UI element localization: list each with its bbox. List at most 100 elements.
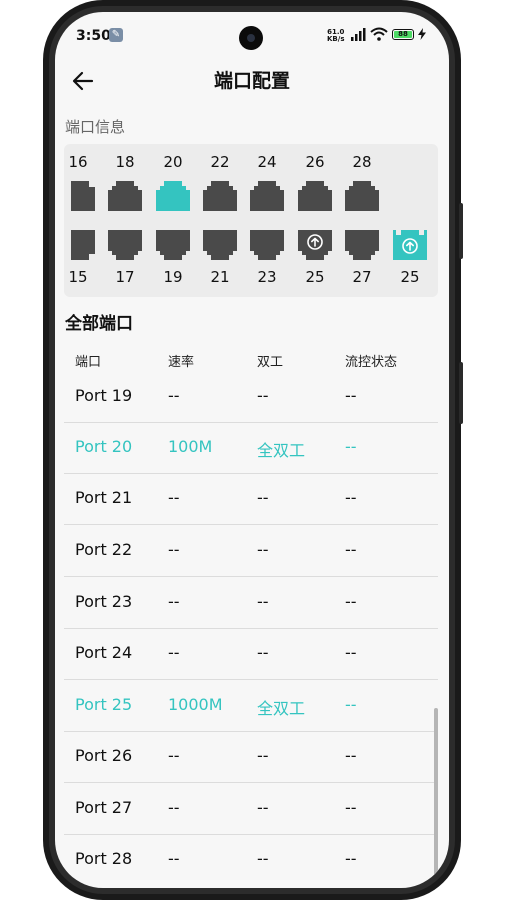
port-26-icon[interactable]	[298, 181, 332, 211]
port-24-icon[interactable]	[250, 181, 284, 211]
port-number-21: 21	[210, 268, 230, 286]
port-number-20: 20	[163, 153, 183, 171]
port-number-15: 15	[68, 268, 88, 286]
port-name: Port 22	[75, 540, 133, 559]
column-header-duplex: 双工	[257, 355, 284, 370]
port-number-23: 23	[257, 268, 277, 286]
screen: 3:50 ✎ 61.0 KB/s 88 端口配置 端口信息 16 18 20 2…	[55, 12, 449, 888]
port-21-icon[interactable]	[203, 230, 237, 260]
port-flow-control: --	[345, 437, 357, 456]
app-notification-icon: ✎	[109, 28, 123, 42]
port-duplex: --	[257, 386, 269, 405]
port-rate: --	[168, 798, 180, 817]
port-name: Port 28	[75, 849, 133, 868]
port-18-icon[interactable]	[108, 181, 142, 211]
port-number-27: 27	[352, 268, 372, 286]
port-flow-control: --	[345, 488, 357, 507]
port-duplex: --	[257, 488, 269, 507]
all-ports-title: 全部端口	[65, 314, 133, 334]
port-28-icon[interactable]	[345, 181, 379, 211]
port-number-18: 18	[115, 153, 135, 171]
port-name: Port 21	[75, 488, 133, 507]
port-duplex: 全双工	[257, 441, 306, 460]
port-number-25: 25	[305, 268, 325, 286]
table-row[interactable]: Port 27 -- -- --	[64, 784, 438, 835]
port-name: Port 19	[75, 386, 133, 405]
column-header-flow-control: 流控状态	[345, 355, 398, 370]
table-row[interactable]: Port 28 -- -- --	[64, 835, 438, 886]
port-23-icon[interactable]	[250, 230, 284, 260]
port-rate: --	[168, 746, 180, 765]
table-header: 端口 速率 双工 流控状态	[55, 347, 449, 371]
port-duplex: --	[257, 540, 269, 559]
charging-icon	[418, 28, 426, 40]
port-rate: --	[168, 488, 180, 507]
port-27-icon[interactable]	[345, 230, 379, 260]
port-rate: --	[168, 643, 180, 662]
port-number-19: 19	[163, 268, 183, 286]
port-duplex: --	[257, 849, 269, 868]
port-flow-control: --	[345, 849, 357, 868]
port-number-17: 17	[115, 268, 135, 286]
table-row[interactable]: Port 25 1000M 全双工 --	[64, 681, 438, 732]
table-row[interactable]: Port 19 -- -- --	[64, 372, 438, 423]
battery-icon: 88	[392, 29, 414, 40]
port-flow-control: --	[345, 798, 357, 817]
table-row[interactable]: Port 26 -- -- --	[64, 732, 438, 783]
port-15-icon[interactable]	[71, 230, 97, 260]
app-header: 端口配置	[55, 62, 449, 98]
port-rate: --	[168, 386, 180, 405]
port-rate: --	[168, 540, 180, 559]
port-number-22: 22	[210, 153, 230, 171]
port-number-25-sfp: 25	[400, 268, 420, 286]
port-duplex: --	[257, 746, 269, 765]
port-flow-control: --	[345, 540, 357, 559]
table-row[interactable]: Port 24 -- -- --	[64, 629, 438, 680]
port-19-icon[interactable]	[156, 230, 190, 260]
port-name: Port 20	[75, 437, 133, 456]
port-rate: 1000M	[168, 695, 223, 714]
table-row[interactable]: Port 20 100M 全双工 --	[64, 423, 438, 474]
port-flow-control: --	[345, 592, 357, 611]
network-speed: 61.0 KB/s	[327, 29, 344, 43]
table-row[interactable]: Port 23 -- -- --	[64, 578, 438, 629]
port-info-label: 端口信息	[65, 118, 126, 136]
page-title: 端口配置	[213, 70, 290, 92]
table-row[interactable]: Port 21 -- -- --	[64, 474, 438, 525]
power-button	[459, 362, 463, 424]
port-16-icon[interactable]	[71, 181, 97, 211]
port-name: Port 27	[75, 798, 133, 817]
port-duplex: 全双工	[257, 699, 306, 718]
battery-level: 88	[394, 31, 412, 38]
port-25-sfp-icon[interactable]	[393, 230, 427, 260]
port-duplex: --	[257, 592, 269, 611]
table-row[interactable]: Port 22 -- -- --	[64, 526, 438, 577]
port-name: Port 24	[75, 643, 133, 662]
volume-button	[459, 203, 463, 259]
wifi-icon	[370, 27, 388, 41]
port-number-28: 28	[352, 153, 372, 171]
port-flow-control: --	[345, 695, 357, 714]
signal-icon	[351, 28, 366, 41]
port-number-16: 16	[68, 153, 88, 171]
port-rate: --	[168, 849, 180, 868]
port-name: Port 25	[75, 695, 133, 714]
port-panel: 16 18 20 22 24 26 28 15 17 19 21 23 25 2…	[64, 144, 438, 297]
port-17-icon[interactable]	[108, 230, 142, 260]
port-20-icon[interactable]	[156, 181, 190, 211]
port-name: Port 26	[75, 746, 133, 765]
scrollbar[interactable]	[434, 708, 438, 888]
port-flow-control: --	[345, 386, 357, 405]
column-header-port: 端口	[75, 355, 102, 370]
status-time: 3:50	[76, 28, 111, 44]
port-rate: --	[168, 592, 180, 611]
port-duplex: --	[257, 643, 269, 662]
port-flow-control: --	[345, 643, 357, 662]
port-25-uplink-icon[interactable]	[298, 230, 332, 260]
port-22-icon[interactable]	[203, 181, 237, 211]
column-header-rate: 速率	[168, 355, 195, 370]
port-number-24: 24	[257, 153, 277, 171]
port-number-26: 26	[305, 153, 325, 171]
port-name: Port 23	[75, 592, 133, 611]
port-rate: 100M	[168, 437, 213, 456]
